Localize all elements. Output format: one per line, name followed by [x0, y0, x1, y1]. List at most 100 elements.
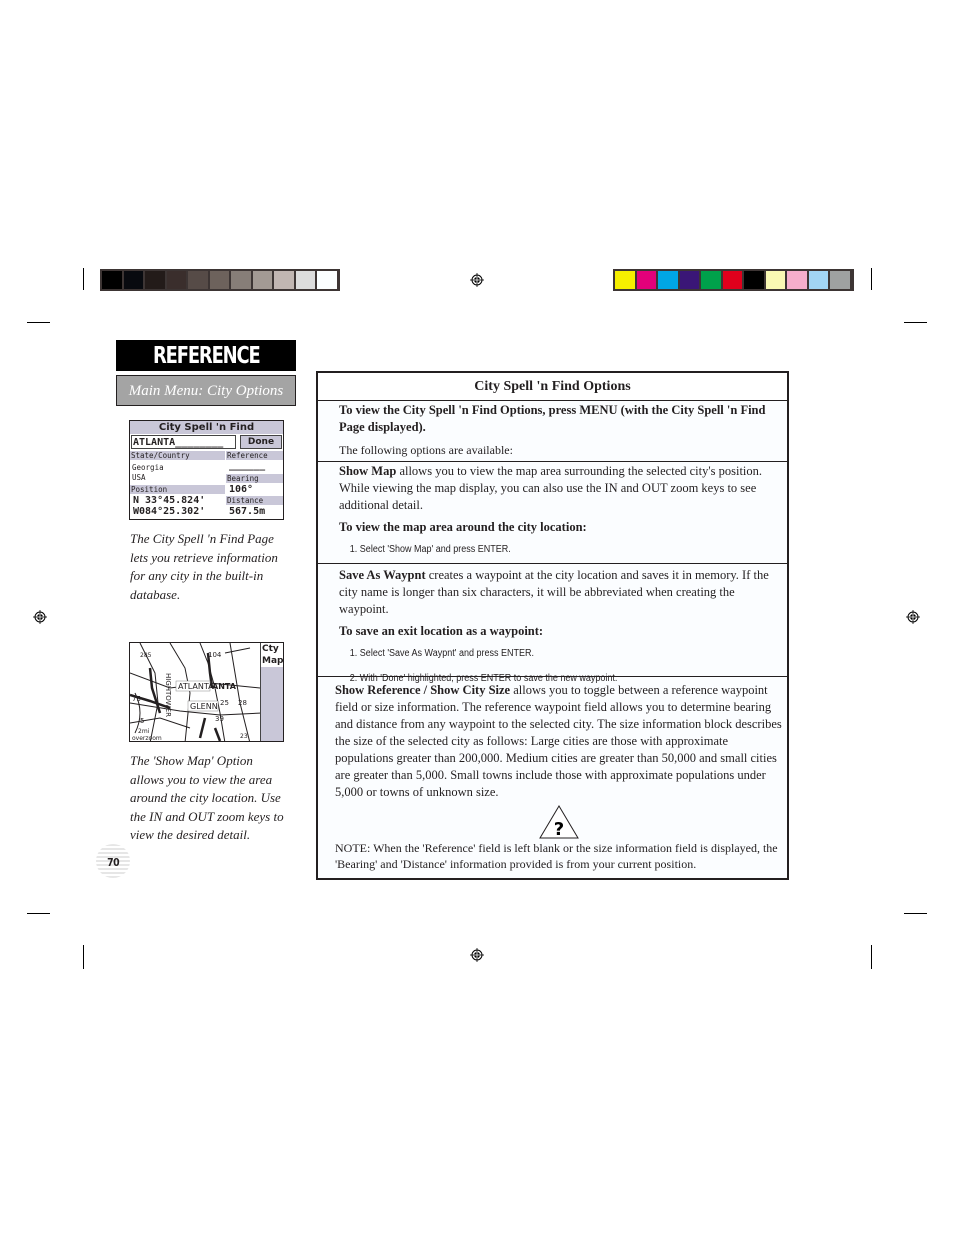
crop-mark [904, 322, 927, 323]
map-label-28: 28 [238, 699, 247, 707]
options-table-title: City Spell 'n Find Options [318, 373, 787, 401]
color-swatch [317, 271, 337, 289]
page-number: 70 [107, 856, 120, 869]
distance-label: Distance [226, 496, 283, 505]
crop-mark [27, 322, 50, 323]
bearing-value: 106° [229, 484, 254, 495]
color-swatch [145, 271, 165, 289]
bearing-label: Bearing [226, 474, 283, 483]
reference-value: ______ [229, 460, 266, 471]
option-save-as-waypnt: Save As Waypnt creates a waypoint at the… [318, 564, 787, 684]
crop-mark [871, 945, 872, 969]
option-show-reference: Show Reference / Show City Size allows y… [318, 677, 787, 872]
map-side-title: Cty [261, 643, 283, 655]
color-swatch [188, 271, 208, 289]
map-label-285: 285 [140, 652, 152, 659]
map-label-23: 23 [240, 733, 248, 740]
map-side-panel: Cty Map [260, 643, 283, 741]
map-label-glenn: GLENN [190, 702, 218, 711]
latitude-value: N 33°45.824' [133, 495, 206, 506]
longitude-value: W084°25.302' [133, 506, 206, 517]
show-map-text: allows you to view the map area surround… [339, 464, 763, 512]
country-value: USA [132, 473, 146, 482]
save-waypnt-term: Save As Waypnt [339, 568, 426, 582]
crop-mark [83, 268, 84, 290]
map-overzoom-label: overzoom [132, 735, 162, 742]
color-swatch [274, 271, 294, 289]
caption-city-spell: The City Spell 'n Find Page lets you ret… [130, 531, 278, 602]
registration-mark-icon [470, 948, 484, 962]
save-waypnt-step-1: 1. Select 'Save As Waypnt' and press ENT… [349, 648, 534, 659]
map-label-hightower: HIGHTOWER [164, 673, 172, 717]
note-text: NOTE: When the 'Reference' field is left… [335, 841, 778, 871]
color-swatch [166, 271, 186, 289]
registration-mark-icon [906, 610, 920, 624]
color-swatch [636, 271, 656, 289]
map-scale-label: 2mi [138, 728, 150, 735]
color-swatch [252, 271, 272, 289]
state-value: Georgia [132, 463, 164, 472]
options-intro: To view the City Spell 'n Find Options, … [318, 401, 787, 462]
crop-mark [904, 913, 927, 914]
city-name-field: ATLANTA________ [131, 435, 236, 449]
city-spell-screen: City Spell 'n Find ATLANTA________ Done … [129, 420, 284, 520]
registration-mark-icon [33, 610, 47, 624]
color-swatch [808, 271, 828, 289]
color-swatch [102, 271, 122, 289]
position-label: Position [130, 485, 225, 494]
crop-mark [83, 945, 84, 969]
save-waypnt-description: Save As Waypnt creates a waypoint at the… [339, 567, 783, 618]
intro-instruction: To view the City Spell 'n Find Options, … [339, 403, 766, 434]
intro-text: The following options are available: [339, 443, 513, 457]
color-swatch [744, 271, 764, 289]
crop-mark [871, 268, 872, 290]
page-number-badge: 70 [96, 844, 130, 878]
registration-mark-icon [470, 273, 484, 287]
show-reference-text: allows you to toggle between a reference… [335, 683, 782, 799]
map-label-39: 39 [215, 715, 224, 723]
show-reference-description: Show Reference / Show City Size allows y… [335, 682, 783, 801]
distance-value: 567.5m [229, 506, 266, 517]
map-drawing: ATLANTA ANTA GLENN HIGHTOWER 104 285 25 … [130, 643, 262, 742]
options-table: City Spell 'n Find Options To view the C… [316, 371, 789, 880]
color-swatch [830, 271, 850, 289]
color-swatch [679, 271, 699, 289]
color-swatch [701, 271, 721, 289]
color-swatch [209, 271, 229, 289]
show-map-term: Show Map [339, 464, 397, 478]
color-swatch [765, 271, 785, 289]
color-swatch [295, 271, 315, 289]
map-label-104: 104 [208, 651, 222, 659]
section-title: REFERENCE [116, 340, 296, 371]
color-swatch [123, 271, 143, 289]
state-country-label: State/Country [130, 451, 225, 460]
map-label-atlanta: ATLANTA [178, 682, 214, 691]
process-color-bar [613, 269, 854, 291]
show-map-step-1: 1. Select 'Show Map' and press ENTER. [349, 544, 511, 555]
svg-text:?: ? [554, 819, 564, 839]
map-label-anta: ANTA [212, 682, 237, 691]
color-swatch [615, 271, 635, 289]
color-swatch [787, 271, 807, 289]
show-reference-term: Show Reference / Show City Size [335, 683, 511, 697]
reference-label: Reference [226, 451, 283, 460]
city-map-screen: ATLANTA ANTA GLENN HIGHTOWER 104 285 25 … [129, 642, 284, 742]
show-map-procedure-title: To view the map area around the city loc… [339, 520, 587, 534]
map-side-subtitle: Map [261, 655, 284, 667]
crop-mark [27, 913, 50, 914]
color-swatch [658, 271, 678, 289]
section-tab: Main Menu: City Options [116, 375, 296, 406]
option-show-map: Show Map allows you to view the map area… [318, 462, 787, 564]
color-swatch [231, 271, 251, 289]
map-label-75: 75 [132, 695, 141, 703]
color-swatch [722, 271, 742, 289]
screen-title: City Spell 'n Find [130, 421, 283, 434]
done-button: Done [240, 435, 282, 449]
map-label-25: 25 [220, 699, 229, 707]
question-warning-icon: ? [539, 805, 579, 839]
map-label-5: 5 [140, 717, 144, 725]
save-waypnt-procedure-title: To save an exit location as a waypoint: [339, 624, 544, 638]
show-map-description: Show Map allows you to view the map area… [339, 463, 783, 514]
grayscale-color-bar [100, 269, 340, 291]
save-waypnt-step-2: 2. With 'Done' highlighted, press ENTER … [349, 673, 618, 684]
